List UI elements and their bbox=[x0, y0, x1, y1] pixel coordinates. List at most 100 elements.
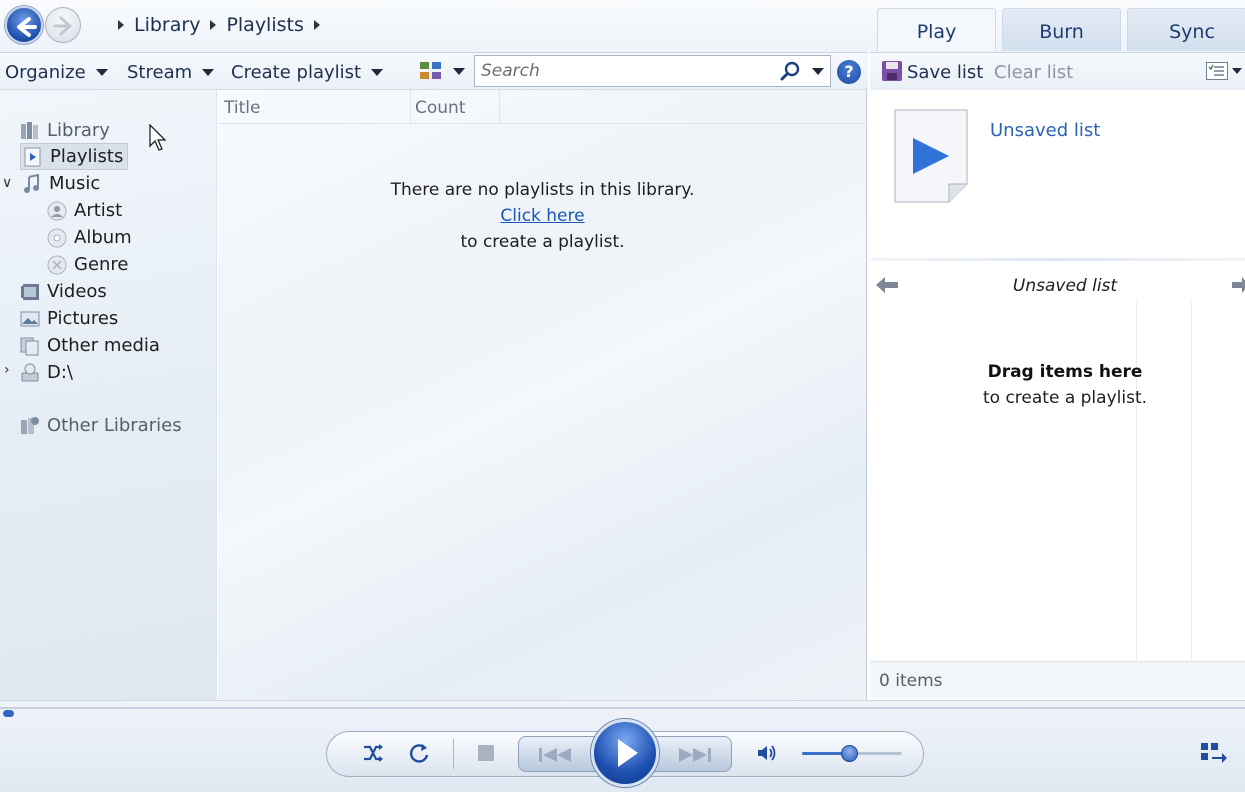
repeat-icon[interactable] bbox=[408, 742, 430, 764]
play-button[interactable] bbox=[591, 719, 659, 787]
unsaved-list-link[interactable]: Unsaved list bbox=[990, 120, 1100, 141]
column-divider[interactable] bbox=[410, 90, 411, 124]
breadcrumb-chevron-icon[interactable] bbox=[210, 20, 217, 30]
nav-other-media[interactable]: Other media bbox=[20, 332, 160, 359]
create-playlist-link-row: Click here bbox=[218, 206, 867, 226]
list-options-icon[interactable] bbox=[1206, 62, 1228, 80]
empty-message-sub: to create a playlist. bbox=[460, 232, 625, 252]
next-list-arrow-icon[interactable] bbox=[1230, 275, 1245, 295]
playlist-list-view: Title Count There are no playlists in th… bbox=[218, 90, 867, 700]
column-divider[interactable] bbox=[499, 90, 500, 124]
item-count: 0 items bbox=[879, 671, 943, 691]
view-options-icon[interactable] bbox=[419, 61, 443, 81]
drag-items-heading: Drag items here bbox=[987, 362, 1143, 382]
save-icon[interactable] bbox=[881, 60, 903, 82]
nav-genre[interactable]: Genre bbox=[47, 251, 129, 278]
navigation-pane: Library Playlists ∨ Music Artist Album G… bbox=[0, 90, 217, 700]
list-status-bar: 0 items bbox=[870, 661, 1245, 698]
drag-items-subtext: to create a playlist. bbox=[982, 388, 1148, 408]
nav-videos-label: Videos bbox=[47, 281, 107, 302]
play-icon bbox=[618, 739, 638, 767]
create-playlist-menu[interactable]: Create playlist bbox=[231, 62, 384, 83]
nav-pictures-label: Pictures bbox=[47, 308, 119, 329]
tab-burn[interactable]: Burn bbox=[1002, 8, 1121, 51]
volume-slider[interactable] bbox=[802, 745, 902, 762]
next-icon bbox=[679, 748, 711, 762]
empty-message: There are no playlists in this library. bbox=[390, 180, 695, 200]
breadcrumb: Library Playlists bbox=[112, 14, 330, 36]
playlist-art-icon bbox=[894, 109, 968, 203]
previous-button[interactable] bbox=[518, 736, 598, 772]
mouse-cursor-icon bbox=[149, 124, 167, 151]
nav-drive-d[interactable]: D:\ bbox=[20, 359, 73, 386]
clear-list-button[interactable]: Clear list bbox=[994, 62, 1073, 83]
organize-menu[interactable]: Organize bbox=[5, 62, 108, 83]
shuffle-icon[interactable] bbox=[361, 742, 385, 764]
stream-menu[interactable]: Stream bbox=[127, 62, 215, 83]
chevron-down-icon bbox=[202, 69, 215, 76]
organize-label: Organize bbox=[5, 62, 86, 83]
nav-other-libraries[interactable]: Other Libraries bbox=[20, 412, 182, 439]
search-input[interactable] bbox=[475, 56, 765, 86]
other-libraries-icon bbox=[21, 416, 39, 434]
chevron-down-icon bbox=[95, 69, 108, 76]
nav-other-libraries-label: Other Libraries bbox=[47, 415, 182, 436]
column-title[interactable]: Title bbox=[224, 98, 260, 118]
search-icon[interactable] bbox=[780, 61, 800, 81]
list-toolbar: Save list Clear list bbox=[870, 52, 1245, 90]
drive-icon bbox=[21, 363, 39, 381]
album-icon bbox=[47, 228, 67, 247]
expand-drive-icon[interactable]: › bbox=[4, 362, 10, 378]
videos-icon bbox=[21, 283, 39, 300]
click-here-link[interactable]: Click here bbox=[500, 206, 584, 226]
nav-pictures[interactable]: Pictures bbox=[20, 305, 118, 332]
forward-button[interactable] bbox=[45, 7, 81, 43]
back-button[interactable] bbox=[5, 6, 43, 44]
command-bar: Organize Stream Create playlist ? bbox=[0, 52, 868, 90]
nav-playlists[interactable]: Playlists bbox=[20, 143, 129, 170]
volume-icon[interactable] bbox=[756, 743, 778, 763]
controls-separator bbox=[453, 739, 454, 769]
column-guide bbox=[1136, 302, 1137, 662]
help-icon[interactable]: ? bbox=[837, 60, 861, 84]
seek-bar[interactable] bbox=[0, 707, 1245, 717]
view-options-dropdown-icon[interactable] bbox=[453, 68, 465, 75]
switch-to-now-playing-icon[interactable] bbox=[1200, 742, 1228, 764]
search-dropdown-icon[interactable] bbox=[812, 68, 824, 75]
list-title[interactable]: Unsaved list bbox=[870, 276, 1245, 296]
create-playlist-label: Create playlist bbox=[231, 62, 362, 83]
nav-other-media-label: Other media bbox=[47, 335, 160, 356]
back-arrow-icon bbox=[17, 17, 37, 37]
column-count[interactable]: Count bbox=[415, 98, 466, 118]
pictures-icon bbox=[20, 311, 40, 326]
nav-library[interactable]: Library bbox=[20, 117, 110, 144]
next-button[interactable] bbox=[652, 736, 732, 772]
save-list-button[interactable]: Save list bbox=[907, 62, 983, 83]
stop-icon[interactable] bbox=[478, 745, 494, 761]
nav-music[interactable]: Music bbox=[22, 170, 100, 197]
pane-divider bbox=[870, 258, 1245, 261]
breadcrumb-playlists[interactable]: Playlists bbox=[226, 14, 303, 36]
nav-artist-label: Artist bbox=[74, 200, 123, 221]
nav-album[interactable]: Album bbox=[47, 224, 132, 251]
list-lines-icon bbox=[1208, 64, 1224, 76]
title-bar: Library Playlists Play Burn Sync bbox=[0, 0, 1245, 52]
other-media-icon bbox=[20, 337, 39, 355]
search-box[interactable] bbox=[474, 55, 831, 87]
tab-sync[interactable]: Sync bbox=[1127, 8, 1245, 51]
nav-genre-label: Genre bbox=[74, 254, 129, 275]
nav-videos[interactable]: Videos bbox=[20, 278, 107, 305]
breadcrumb-chevron-icon[interactable] bbox=[313, 20, 320, 30]
collapse-music-icon[interactable]: ∨ bbox=[2, 175, 12, 191]
breadcrumb-chevron-icon[interactable] bbox=[118, 20, 124, 30]
stream-label: Stream bbox=[127, 62, 193, 83]
nav-music-label: Music bbox=[49, 173, 101, 194]
tab-play[interactable]: Play bbox=[877, 8, 996, 51]
forward-arrow-icon bbox=[53, 16, 72, 36]
chevron-down-icon bbox=[371, 69, 384, 76]
seek-thumb[interactable] bbox=[3, 710, 14, 717]
breadcrumb-library[interactable]: Library bbox=[134, 14, 200, 36]
volume-thumb[interactable] bbox=[841, 745, 858, 762]
nav-artist[interactable]: Artist bbox=[47, 197, 122, 224]
list-options-dropdown-icon[interactable] bbox=[1232, 68, 1242, 74]
